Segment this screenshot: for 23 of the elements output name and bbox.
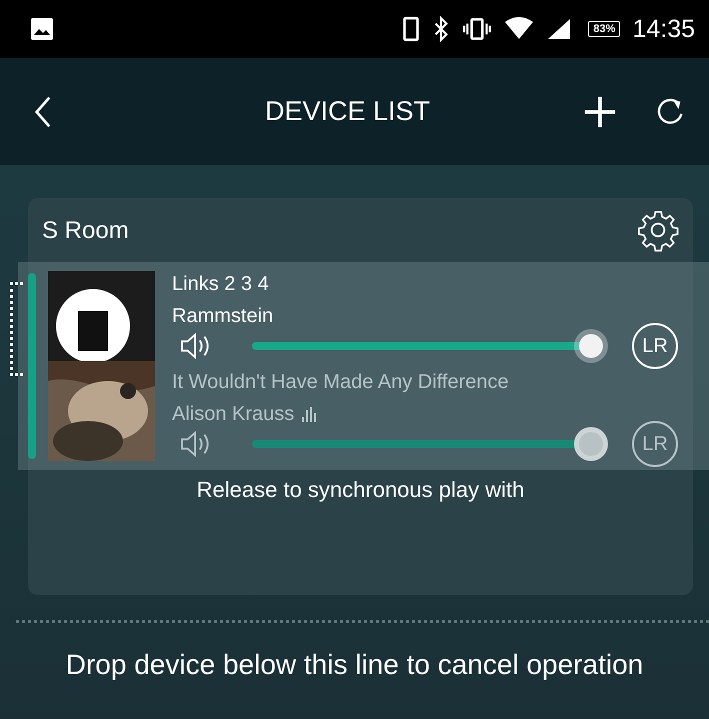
vibrate-icon — [462, 16, 492, 42]
add-icon[interactable] — [583, 94, 617, 128]
track-title: Links 2 3 4 — [172, 272, 270, 297]
room-name: S Room — [42, 217, 129, 245]
volume-slider[interactable] — [252, 427, 608, 461]
screen-title: DEVICE LIST — [264, 96, 432, 127]
volume-slider[interactable] — [252, 329, 608, 363]
track-title: It Wouldn't Have Made Any Difference — [172, 370, 510, 395]
clock: 14:35 — [632, 14, 695, 44]
channel-button[interactable]: LR — [632, 421, 678, 467]
back-icon[interactable] — [34, 94, 52, 128]
settings-icon[interactable] — [637, 210, 679, 252]
battery-indicator: 83% — [588, 21, 620, 37]
wifi-icon — [504, 17, 534, 41]
track-artist: Alison Krauss — [172, 402, 294, 427]
dragged-device-panel[interactable]: Links 2 3 4 Rammstein LR It Wouldn't Have Made Any Difference Alison Krauss LR — [18, 262, 709, 470]
release-hint: Release to synchronous play with — [196, 477, 524, 503]
track-artist: Rammstein — [172, 304, 274, 329]
phone-icon — [402, 16, 420, 42]
cancel-hint: Drop device below this line to cancel operation — [66, 649, 644, 681]
bluetooth-icon — [432, 16, 450, 42]
channel-button[interactable]: LR — [632, 323, 678, 369]
image-icon — [30, 17, 54, 41]
